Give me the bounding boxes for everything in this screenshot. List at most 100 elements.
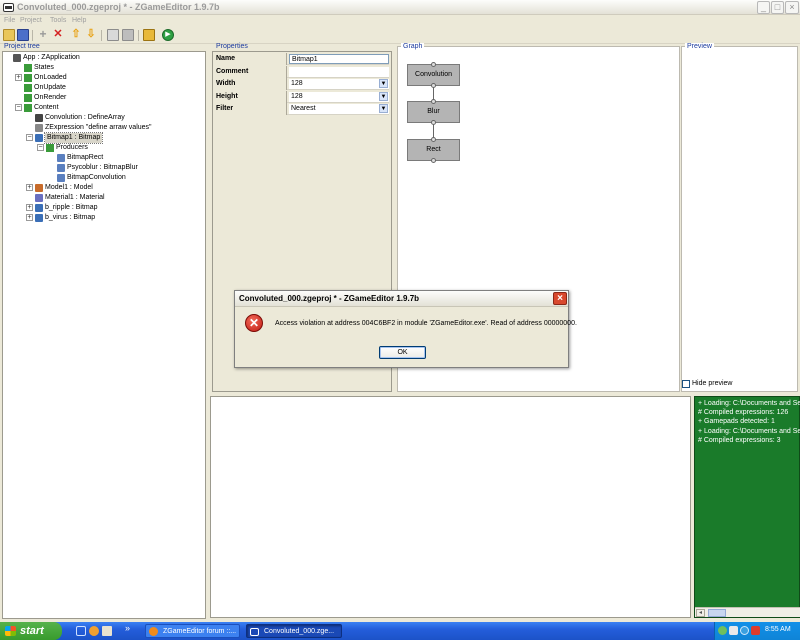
tree-item[interactable]: Bitmap1 : Bitmap — [43, 132, 104, 144]
add-icon[interactable]: + — [37, 28, 49, 41]
start-button[interactable]: start — [0, 622, 62, 640]
properties-title: Properties — [216, 43, 248, 50]
graph-port[interactable] — [431, 120, 436, 125]
log-line: + Gamepads detected: 1 — [698, 418, 775, 426]
property-name: Filter — [214, 103, 287, 116]
tray-security-icon[interactable] — [751, 626, 760, 635]
property-value[interactable] — [289, 66, 389, 77]
bitmap-icon — [35, 214, 43, 222]
window-title-bar[interactable]: Convoluted_000.zgeproj * - ZGameEditor 1… — [0, 0, 800, 15]
property-name: Comment — [214, 65, 287, 78]
tree-item[interactable]: BitmapConvolution — [67, 173, 126, 183]
tree-item[interactable]: App : ZApplication — [23, 53, 80, 63]
taskbar-item-forum[interactable]: ZGameEditor forum ::... — [145, 624, 240, 638]
code-editor-area[interactable] — [210, 396, 691, 618]
toolbar-separator — [32, 30, 33, 41]
tree-expander[interactable]: + — [26, 204, 33, 211]
graph-port[interactable] — [431, 83, 436, 88]
tree-item[interactable]: b_ripple : Bitmap — [45, 203, 98, 213]
hide-preview-checkbox[interactable] — [682, 380, 690, 388]
project-tree-title: Project tree — [4, 43, 40, 50]
ok-button[interactable]: OK — [379, 346, 426, 359]
tree-item[interactable]: States — [34, 63, 54, 73]
dialog-close-button[interactable]: × — [553, 292, 567, 305]
tree-expander[interactable]: + — [26, 214, 33, 221]
tree-expander[interactable]: + — [15, 74, 22, 81]
property-name: Height — [214, 90, 287, 103]
tree-item[interactable]: BitmapRect — [67, 153, 103, 163]
menu-bar: File Project Tools Help — [0, 15, 800, 27]
preview-panel — [681, 46, 798, 392]
tree-expander[interactable]: − — [15, 104, 22, 111]
tree-item[interactable]: Model1 : Model — [45, 183, 93, 193]
preview-title: Preview — [685, 43, 714, 50]
graph-port[interactable] — [431, 158, 436, 163]
copy-icon[interactable] — [107, 29, 119, 41]
tree-node-icon — [46, 144, 54, 152]
tree-expander[interactable]: − — [26, 134, 33, 141]
property-value[interactable]: 128 — [289, 79, 389, 90]
run-icon[interactable]: ▶ — [162, 29, 174, 41]
taskbar-item-editor[interactable]: Convoluted_000.zge... — [246, 624, 342, 638]
quicklaunch-zgameeditor-icon[interactable] — [76, 626, 86, 636]
scroll-left-icon[interactable]: ◂ — [696, 609, 705, 617]
tree-node-icon — [24, 64, 32, 72]
menu-file[interactable]: File — [4, 17, 15, 24]
delete-icon[interactable]: ✕ — [52, 29, 64, 41]
tree-item[interactable]: OnLoaded — [34, 73, 67, 83]
graph-port[interactable] — [431, 99, 436, 104]
dropdown-arrow-icon[interactable]: ▼ — [379, 104, 388, 114]
tree-item[interactable]: Material1 : Material — [45, 193, 105, 203]
tree-node-icon — [24, 84, 32, 92]
save-icon[interactable] — [17, 29, 29, 41]
lock-icon[interactable] — [143, 29, 155, 41]
tree-item[interactable]: OnUpdate — [34, 83, 66, 93]
quicklaunch-firefox-icon[interactable] — [89, 626, 99, 636]
clock[interactable]: 8:55 AM — [765, 626, 791, 633]
tree-item[interactable]: OnRender — [34, 93, 66, 103]
move-down-icon[interactable]: ⇩ — [85, 29, 97, 41]
quicklaunch-notepad-icon[interactable] — [102, 626, 112, 636]
paste-icon[interactable] — [122, 29, 134, 41]
dropdown-arrow-icon[interactable]: ▼ — [379, 79, 388, 89]
move-up-icon[interactable]: ⇧ — [70, 29, 82, 41]
log-horizontal-scrollbar[interactable]: ◂ — [695, 607, 800, 617]
tree-item[interactable]: Producers — [56, 143, 88, 153]
hide-preview-label: Hide preview — [692, 380, 733, 387]
system-tray: 8:55 AM — [714, 622, 800, 640]
tree-item[interactable]: Psycoblur : BitmapBlur — [67, 163, 138, 173]
producer-icon — [57, 154, 65, 162]
tray-volume-icon[interactable] — [729, 626, 738, 635]
property-row: Name Bitmap1 — [214, 53, 389, 65]
graph-port[interactable] — [431, 62, 436, 67]
tree-item[interactable]: Content — [34, 103, 59, 113]
scroll-thumb[interactable] — [708, 609, 726, 617]
toolbar-separator — [138, 30, 139, 41]
tree-expander[interactable]: − — [37, 144, 44, 151]
maximize-button[interactable]: □ — [771, 1, 784, 14]
tree-item[interactable]: ZExpression "define arraw values" — [45, 123, 152, 133]
tree-item[interactable]: b_virus : Bitmap — [45, 213, 95, 223]
log-line: + Loading: C:\Documents and Sett — [698, 427, 800, 435]
minimize-button[interactable]: _ — [757, 1, 770, 14]
firefox-icon — [149, 627, 158, 636]
property-value[interactable]: 128 — [289, 91, 389, 102]
open-folder-icon[interactable] — [3, 29, 15, 41]
taskbar-item-label: ZGameEditor forum ::... — [163, 628, 237, 635]
tree-node-icon — [24, 104, 32, 112]
tree-item[interactable]: Convolution : DefineArray — [45, 113, 125, 123]
tree-expander[interactable]: + — [26, 184, 33, 191]
menu-tools[interactable]: Tools — [50, 17, 66, 24]
menu-help[interactable]: Help — [72, 17, 86, 24]
dialog-title-bar[interactable]: Convoluted_000.zgeproj * - ZGameEditor 1… — [235, 291, 568, 307]
menu-project[interactable]: Project — [20, 17, 42, 24]
close-button[interactable]: × — [785, 1, 799, 14]
property-value[interactable]: Nearest — [289, 104, 389, 115]
bitmap-icon — [35, 134, 43, 142]
graph-port[interactable] — [431, 137, 436, 142]
tray-update-icon[interactable] — [740, 626, 749, 635]
property-value[interactable]: Bitmap1 — [289, 54, 389, 64]
dropdown-arrow-icon[interactable]: ▼ — [379, 91, 388, 101]
quicklaunch-overflow[interactable]: » — [125, 623, 130, 633]
tray-network-icon[interactable] — [718, 626, 727, 635]
